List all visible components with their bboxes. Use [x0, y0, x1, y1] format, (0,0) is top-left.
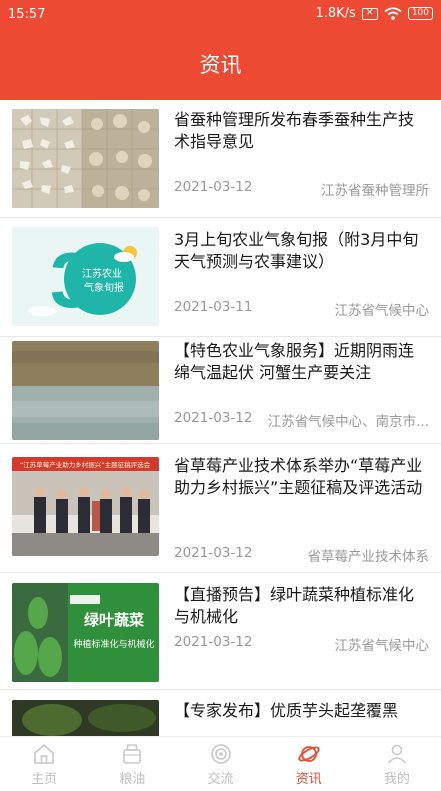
- wifi-icon: [384, 7, 402, 20]
- article-title[interactable]: 【特色农业气象服务】近期阴雨连绵气温起伏 河蟹生产要关注: [174, 340, 427, 384]
- article-date: 2021-03-12: [174, 545, 253, 561]
- tab-label: 主页: [31, 772, 58, 787]
- article-source: 江苏省气候中心: [334, 303, 430, 319]
- vegetable-live-image: 绿叶蔬菜 种植标准化与机械化: [12, 583, 159, 682]
- article-title[interactable]: 3月上旬农业气象旬报（附3月中旬天气预测与农事建议）: [174, 229, 427, 273]
- tab-label: 交流: [207, 772, 234, 787]
- article-source: 省草莓产业技术体系: [307, 549, 430, 565]
- article-item[interactable]: 绿叶蔬菜 种植标准化与机械化 【直播预告】绿叶蔬菜种植标准化与机械化 2021-…: [0, 573, 441, 690]
- news-planet-icon: [298, 746, 320, 762]
- tab-label: 我的: [383, 772, 410, 787]
- page-header: 资讯: [0, 30, 441, 100]
- network-speed: 1.8K/s: [315, 6, 356, 21]
- article-title[interactable]: 省草莓产业技术体系举办“草莓产业助力乡村振兴”主题征稿及评选活动: [174, 455, 427, 499]
- crab-pond-image: [12, 341, 159, 440]
- tab-exchange[interactable]: 交流: [176, 737, 264, 791]
- thumb-text-line2: 种植标准化与机械化: [73, 638, 154, 650]
- tab-news[interactable]: 资讯: [265, 737, 353, 791]
- article-item[interactable]: 【特色农业气象服务】近期阴雨连绵气温起伏 河蟹生产要关注 2021-03-12 …: [0, 337, 441, 444]
- thumb-text-line1: 绿叶蔬菜: [84, 611, 144, 629]
- meeting-banner-text: “江苏草莓产业助力乡村振兴”主题征稿评选会: [20, 460, 151, 469]
- meeting-photo-image: “江苏草莓产业助力乡村振兴”主题征稿评选会: [12, 457, 159, 556]
- article-date: 2021-03-12: [174, 179, 253, 195]
- tab-label: 资讯: [295, 772, 322, 787]
- article-title[interactable]: 【直播预告】绿叶蔬菜种植标准化与机械化: [174, 584, 427, 628]
- battery-indicator: 100: [407, 7, 433, 20]
- article-date: 2021-03-12: [174, 634, 253, 650]
- article-date: 2021-03-11: [174, 299, 253, 315]
- article-title[interactable]: 【专家发布】优质芋头起垄覆黑: [174, 700, 427, 722]
- status-indicators: 1.8K/s ✕ 100: [315, 6, 433, 21]
- article-item[interactable]: 3 江苏农业 气象旬报 3月上旬农业气象旬报（附3月中旬天气预测与农事建议） 2…: [0, 218, 441, 337]
- taro-image: [12, 700, 159, 736]
- article-title[interactable]: 省蚕种管理所发布春季蚕种生产技术指导意见: [174, 109, 427, 153]
- grain-icon: [123, 744, 142, 764]
- profile-icon: [387, 744, 407, 764]
- no-sim-icon: ✕: [361, 7, 378, 20]
- article-item[interactable]: 省蚕种管理所发布春季蚕种生产技术指导意见 2021-03-12 江苏省蚕种管理所: [0, 100, 441, 218]
- weather-report-image: 3 江苏农业 气象旬报: [12, 227, 159, 326]
- thumb-text-line1: 江苏农业: [82, 267, 122, 280]
- home-icon: [34, 743, 54, 764]
- tab-home[interactable]: 主页: [0, 737, 88, 791]
- silkworm-eggs-image: [12, 109, 159, 208]
- article-item[interactable]: “江苏草莓产业助力乡村振兴”主题征稿评选会 省草莓产业技术体系举办“草莓产业助力…: [0, 444, 441, 573]
- page-title: 资讯: [199, 53, 242, 77]
- article-source: 江苏省蚕种管理所: [321, 183, 429, 199]
- tab-profile[interactable]: 我的: [353, 737, 441, 791]
- exchange-icon: [210, 744, 231, 764]
- article-item[interactable]: 【专家发布】优质芋头起垄覆黑: [0, 690, 441, 736]
- bottom-tab-bar: 主页 粮油 交流 资讯 我的: [0, 736, 441, 791]
- tab-label: 粮油: [119, 772, 146, 787]
- thumb-text-line2: 气象旬报: [84, 281, 124, 294]
- status-time: 15:57: [8, 7, 46, 22]
- tab-grain[interactable]: 粮油: [88, 737, 176, 791]
- status-bar: 15:57 1.8K/s ✕ 100: [0, 0, 441, 30]
- article-source: 江苏省气候中心: [334, 638, 430, 654]
- article-date: 2021-03-12: [174, 410, 253, 426]
- article-source: 江苏省气候中心、南京市...: [267, 414, 429, 430]
- article-list[interactable]: 省蚕种管理所发布春季蚕种生产技术指导意见 2021-03-12 江苏省蚕种管理所…: [0, 100, 441, 736]
- thumb-number: 3: [50, 236, 93, 324]
